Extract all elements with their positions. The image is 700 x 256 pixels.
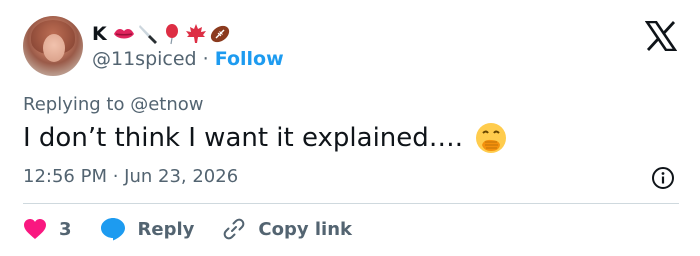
balloon-icon xyxy=(165,24,178,45)
like-count: 3 xyxy=(59,218,72,240)
follow-button[interactable]: Follow xyxy=(215,48,284,70)
separator-dot: · xyxy=(202,48,209,70)
kiss-mark-icon xyxy=(113,29,134,39)
link-icon xyxy=(224,218,245,240)
replying-to: Replying to @etnow xyxy=(23,94,204,115)
handle-row: @11spiced · Follow xyxy=(92,48,284,70)
display-name[interactable]: K xyxy=(92,23,107,45)
heart-icon xyxy=(24,219,46,239)
maple-leaf-icon xyxy=(185,24,206,43)
reply-label: Reply xyxy=(137,218,195,240)
tweet-body: I don’t think I want it explained…. xyxy=(23,123,464,153)
face-with-hand-over-mouth-icon xyxy=(476,123,507,153)
replying-mention[interactable]: @etnow xyxy=(130,94,203,115)
american-football-icon xyxy=(210,25,229,43)
copy-link-label: Copy link xyxy=(258,218,352,240)
x-logo-icon[interactable] xyxy=(645,21,677,51)
author-name-row: K xyxy=(92,20,233,48)
handle[interactable]: @11spiced xyxy=(92,48,197,70)
like-button[interactable]: 3 xyxy=(23,218,72,240)
divider xyxy=(23,203,679,204)
kitchen-knife-icon xyxy=(138,25,157,44)
replying-prefix: Replying to xyxy=(23,94,125,115)
avatar[interactable] xyxy=(23,16,83,76)
reply-bubble-icon xyxy=(100,218,125,241)
reply-button[interactable]: Reply xyxy=(100,217,195,241)
info-icon[interactable] xyxy=(651,166,675,190)
action-bar: 3 Reply Copy link xyxy=(23,215,380,243)
tweet-timestamp[interactable]: 12:56 PM · Jun 23, 2026 xyxy=(23,166,238,187)
copy-link-button[interactable]: Copy link xyxy=(222,217,352,241)
tweet-text: I don’t think I want it explained…. xyxy=(23,122,507,154)
